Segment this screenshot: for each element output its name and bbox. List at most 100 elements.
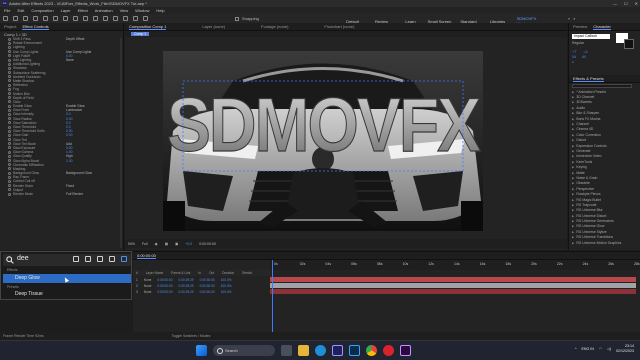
- stopwatch-icon[interactable]: [8, 62, 11, 66]
- menu-animation[interactable]: Animation: [95, 8, 113, 13]
- pen-tool-icon[interactable]: [83, 16, 88, 21]
- stopwatch-icon[interactable]: [8, 66, 11, 70]
- composition-frame[interactable]: SDMOVFX: [163, 51, 483, 231]
- font-family-field[interactable]: Impact Caflisch: [572, 34, 610, 39]
- exposure-value[interactable]: +0.0: [185, 242, 192, 246]
- stopwatch-icon[interactable]: [8, 171, 11, 175]
- tab-project[interactable]: Project: [4, 24, 16, 29]
- effects-search-box[interactable]: dee: [3, 254, 131, 266]
- layer-in[interactable]: 0:00:00:00: [157, 290, 172, 294]
- stopwatch-icon[interactable]: [8, 45, 11, 49]
- search-query[interactable]: dee: [17, 255, 29, 262]
- tab-composition[interactable]: Composition Comp 1: [129, 24, 167, 30]
- premiere-taskbar-icon[interactable]: [400, 345, 411, 356]
- layer-duration-bar[interactable]: [270, 289, 636, 294]
- stopwatch-icon[interactable]: [8, 146, 11, 150]
- tab-effect-controls[interactable]: Effect Controls: [22, 24, 49, 30]
- comp-breadcrumb[interactable]: Comp 1: [131, 32, 150, 36]
- expand-triangle-icon[interactable]: ▶: [572, 144, 574, 148]
- tab-flowchart[interactable]: Flowchart (none): [324, 24, 354, 29]
- stopwatch-icon[interactable]: [8, 192, 11, 196]
- expand-triangle-icon[interactable]: ▶: [572, 187, 574, 191]
- stopwatch-icon[interactable]: [8, 100, 11, 104]
- expand-triangle-icon[interactable]: ▶: [572, 165, 574, 169]
- stopwatch-icon[interactable]: [8, 87, 11, 91]
- taskbar-clock[interactable]: 23:14 02/12/2023: [616, 344, 634, 354]
- pan-behind-tool-icon[interactable]: [63, 16, 68, 21]
- timeline-layer-row[interactable]: 2 None 0:00:00:00 0:00:29:29 0:00:30:00 100.0…: [133, 283, 270, 288]
- menu-file[interactable]: File: [4, 8, 10, 13]
- home-icon[interactable]: [3, 16, 8, 21]
- maximize-button[interactable]: ☐: [624, 1, 628, 6]
- layer-out[interactable]: 0:00:29:29: [178, 290, 193, 294]
- expand-triangle-icon[interactable]: ▶: [572, 111, 574, 115]
- stroke-color-swatch[interactable]: [624, 39, 634, 49]
- expand-triangle-icon[interactable]: ▶: [572, 214, 574, 218]
- close-button[interactable]: ✕: [635, 1, 638, 6]
- pin-icon[interactable]: [121, 256, 127, 262]
- stopwatch-icon[interactable]: [8, 71, 11, 75]
- stopwatch-icon[interactable]: [8, 41, 11, 45]
- property-value[interactable]: None: [66, 58, 74, 62]
- layer-parent[interactable]: None: [144, 290, 152, 294]
- stopwatch-icon[interactable]: [8, 104, 11, 108]
- expand-triangle-icon[interactable]: ▶: [572, 208, 574, 212]
- stopwatch-icon[interactable]: [8, 133, 11, 137]
- menu-layer[interactable]: Layer: [61, 8, 71, 13]
- layer-parent[interactable]: None: [144, 278, 152, 282]
- file-explorer-icon[interactable]: [298, 345, 309, 356]
- stopwatch-icon[interactable]: [8, 83, 11, 87]
- effects-presets-title[interactable]: Effects & Presets: [573, 76, 604, 82]
- menu-effect[interactable]: Effect: [78, 8, 88, 13]
- edge-browser-icon[interactable]: [315, 345, 326, 356]
- document-icon[interactable]: [85, 256, 91, 262]
- task-view-icon[interactable]: [281, 345, 292, 356]
- stopwatch-icon[interactable]: [8, 37, 11, 41]
- tab-character[interactable]: Character: [593, 24, 611, 30]
- snapshot-icon[interactable]: ◉: [155, 242, 158, 246]
- expand-triangle-icon[interactable]: ▶: [572, 106, 574, 110]
- hand-tool-icon[interactable]: [23, 16, 28, 21]
- expand-triangle-icon[interactable]: ▶: [572, 154, 574, 158]
- expand-triangle-icon[interactable]: ▶: [572, 90, 574, 94]
- expand-triangle-icon[interactable]: ▶: [572, 203, 574, 207]
- layer-duration[interactable]: 0:00:30:00: [200, 278, 215, 282]
- property-value[interactable]: Fixed: [66, 184, 74, 188]
- expand-triangle-icon[interactable]: ▶: [572, 198, 574, 202]
- stopwatch-icon[interactable]: [8, 154, 11, 158]
- effect-controls-scrollbar[interactable]: [120, 38, 122, 248]
- expand-triangle-icon[interactable]: ▶: [572, 219, 574, 223]
- tab-preview[interactable]: Preview: [573, 24, 587, 29]
- property-value[interactable]: 1.00: [66, 159, 72, 163]
- stopwatch-icon[interactable]: [8, 79, 11, 83]
- grid-icon[interactable]: ▦: [165, 242, 168, 246]
- stopwatch-icon[interactable]: [8, 108, 11, 112]
- expand-triangle-icon[interactable]: ▶: [572, 100, 574, 104]
- stopwatch-icon[interactable]: [8, 75, 11, 79]
- menu-help[interactable]: Help: [156, 8, 164, 13]
- tab-footage[interactable]: Footage (none): [261, 24, 288, 29]
- windows-start-icon[interactable]: [196, 345, 207, 356]
- selection-tool-icon[interactable]: [13, 16, 18, 21]
- layer-stretch[interactable]: 100.0%: [221, 284, 232, 288]
- stopwatch-icon[interactable]: [8, 188, 11, 192]
- layer-in[interactable]: 0:00:00:00: [157, 284, 172, 288]
- expand-triangle-icon[interactable]: ▶: [572, 149, 574, 153]
- tray-chevron-icon[interactable]: ^: [575, 347, 577, 351]
- layer-stretch[interactable]: 100.0%: [221, 290, 232, 294]
- effect-category-item[interactable]: ▶ RG Universe Motion Graphics: [569, 240, 640, 245]
- stopwatch-icon[interactable]: [8, 163, 11, 167]
- taskbar-search[interactable]: Search: [213, 345, 275, 356]
- expand-triangle-icon[interactable]: ▶: [572, 171, 574, 175]
- stopwatch-icon[interactable]: [8, 175, 11, 179]
- menu-composition[interactable]: Composition: [31, 8, 53, 13]
- playhead[interactable]: [272, 260, 273, 335]
- expand-triangle-icon[interactable]: ▶: [572, 241, 574, 245]
- zoom-tool-icon[interactable]: [33, 16, 38, 21]
- layer-duration-bar[interactable]: [270, 277, 636, 282]
- stopwatch-icon[interactable]: [8, 159, 11, 163]
- chrome-icon[interactable]: [366, 345, 377, 356]
- camera-icon[interactable]: [73, 256, 79, 262]
- stopwatch-icon[interactable]: [8, 125, 11, 129]
- stopwatch-icon[interactable]: [8, 112, 11, 116]
